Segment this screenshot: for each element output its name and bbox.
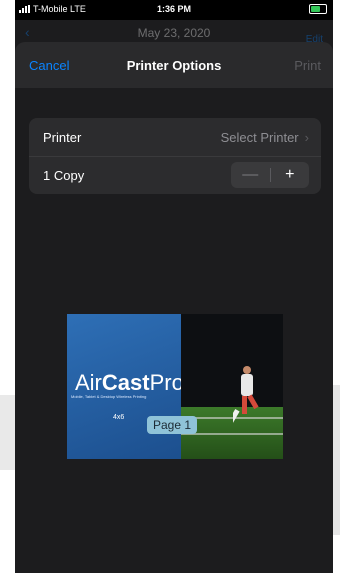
printer-value: Select Printer › [221,130,309,145]
phone-screen: T-Mobile LTE 1:36 PM ‹ May 23, 2020 Edit… [15,0,333,573]
select-printer-label: Select Printer [220,130,299,145]
preview-photo [181,314,283,459]
status-time: 1:36 PM [156,4,191,14]
chevron-right-icon: › [304,130,309,145]
printer-options-sheet: Cancel Printer Options Print Printer Sel… [15,42,333,573]
decrement-button[interactable]: — [231,166,270,184]
page-preview[interactable]: AirCastPro Mobile, Tablet & Desktop Wire… [67,314,283,459]
underlying-nav: ‹ May 23, 2020 Edit [15,22,333,45]
print-button[interactable]: Print [294,58,321,73]
printer-row[interactable]: Printer Select Printer › [29,118,321,157]
preview-logo-panel: AirCastPro Mobile, Tablet & Desktop Wire… [67,314,184,459]
battery-icon [309,4,327,14]
copies-label: 1 Copy [43,168,85,183]
logo-tagline: Mobile, Tablet & Desktop Wireless Printi… [71,394,147,399]
options-group: Printer Select Printer › 1 Copy — + [29,118,321,194]
sheet-title: Printer Options [126,58,222,73]
underlying-date: May 23, 2020 [137,26,211,40]
sheet-navbar: Cancel Printer Options Print [15,42,333,88]
copies-stepper: — + [231,162,309,188]
copies-row: 1 Copy — + [29,156,321,194]
increment-button[interactable]: + [271,166,310,184]
soccer-player-image [233,366,259,428]
status-bar: T-Mobile LTE 1:36 PM [15,0,333,20]
aircastpro-logo: AirCastPro [75,370,184,395]
page-number-badge: Page 1 [147,416,198,434]
preview-size: 4x6 [113,414,125,421]
printer-label: Printer [43,130,82,145]
photo-field [181,407,283,459]
